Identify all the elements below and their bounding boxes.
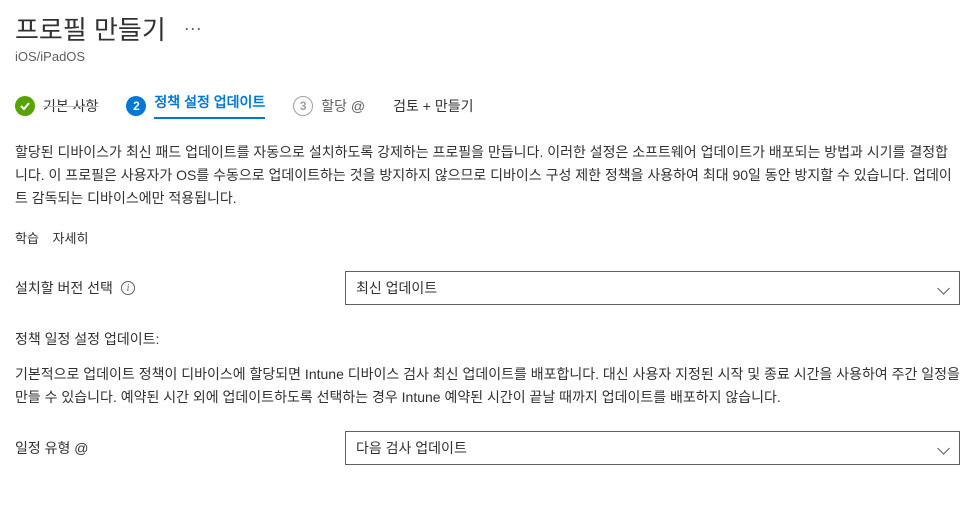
step-label: 정책 설정 업데이트 bbox=[154, 92, 265, 119]
step-label: 검토 + 만들기 bbox=[393, 96, 473, 116]
label-text: 설치할 버전 선택 bbox=[15, 278, 113, 298]
learn-label: 학습 bbox=[15, 231, 39, 246]
wizard-step-update-policy[interactable]: 2 정책 설정 업데이트 bbox=[126, 92, 265, 119]
step-label: 기본 사항 bbox=[43, 96, 98, 116]
label-text: 일정 유형 @ bbox=[15, 438, 89, 458]
schedule-description: 기본적으로 업데이트 정책이 디바이스에 할당되면 Intune 디바이스 검사… bbox=[15, 363, 960, 409]
page-subtitle: iOS/iPadOS bbox=[15, 49, 960, 64]
title-text: 프로필 만들기 bbox=[15, 10, 166, 47]
wizard-step-assignments[interactable]: 3 할당 @ bbox=[293, 96, 365, 116]
version-select-label: 설치할 버전 선택 i bbox=[15, 278, 345, 298]
more-icon[interactable]: ··· bbox=[184, 18, 202, 39]
wizard-step-basics[interactable]: 기본 사항 bbox=[15, 96, 98, 116]
select-value: 다음 검사 업데이트 bbox=[356, 438, 467, 458]
chevron-down-icon bbox=[937, 282, 949, 294]
schedule-type-label: 일정 유형 @ bbox=[15, 438, 345, 458]
version-select-row: 설치할 버전 선택 i 최신 업데이트 bbox=[15, 271, 960, 305]
step-number: 2 bbox=[126, 96, 146, 116]
page-title: 프로필 만들기 ··· bbox=[15, 10, 960, 47]
schedule-type-row: 일정 유형 @ 다음 검사 업데이트 bbox=[15, 431, 960, 465]
info-icon[interactable]: i bbox=[121, 281, 135, 295]
step-label: 할당 @ bbox=[321, 96, 365, 116]
select-value: 최신 업데이트 bbox=[356, 278, 437, 298]
policy-description: 할당된 디바이스가 최신 패드 업데이트를 자동으로 설치하도록 강제하는 프로… bbox=[15, 141, 960, 210]
schedule-type-dropdown[interactable]: 다음 검사 업데이트 bbox=[345, 431, 960, 465]
wizard-step-review-create[interactable]: 검토 + 만들기 bbox=[393, 96, 473, 116]
wizard-steps: 기본 사항 2 정책 설정 업데이트 3 할당 @ 검토 + 만들기 bbox=[15, 92, 960, 119]
check-icon bbox=[15, 96, 35, 116]
step-number: 3 bbox=[293, 96, 313, 116]
chevron-down-icon bbox=[937, 442, 949, 454]
version-select-dropdown[interactable]: 최신 업데이트 bbox=[345, 271, 960, 305]
learn-more-link[interactable]: 자세히 bbox=[53, 231, 89, 246]
schedule-heading: 정책 일정 설정 업데이트: bbox=[15, 329, 960, 349]
learn-more-row: 학습 자세히 bbox=[15, 228, 960, 247]
